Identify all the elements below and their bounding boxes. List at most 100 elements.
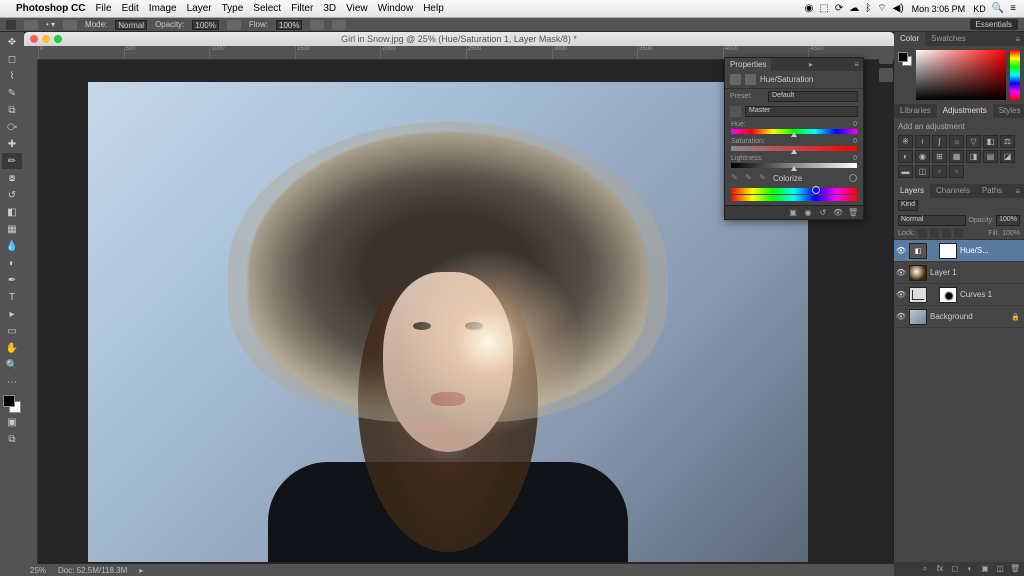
- gradient-tool[interactable]: ▦: [2, 221, 22, 237]
- cloud-icon[interactable]: ☁: [849, 3, 859, 14]
- pen-tool[interactable]: ✒: [2, 272, 22, 288]
- blur-tool[interactable]: 💧: [2, 238, 22, 254]
- layer-row[interactable]: 👁 ◧ Hue/S...: [894, 240, 1024, 262]
- layer-name[interactable]: Curves 1: [960, 290, 1022, 299]
- layer-thumb-adjustment[interactable]: ◧: [909, 243, 927, 259]
- brush-tool[interactable]: ✏: [2, 153, 22, 169]
- notifications-icon[interactable]: ≡: [1010, 3, 1016, 14]
- layer-thumb[interactable]: [909, 265, 927, 281]
- lock-transparency-icon[interactable]: [918, 229, 927, 238]
- dropbox-icon[interactable]: ⬚: [819, 3, 828, 14]
- history-panel-icon[interactable]: [879, 50, 893, 64]
- workspace-switcher[interactable]: Essentials: [970, 19, 1018, 30]
- adjustment-type-icon[interactable]: [730, 74, 741, 85]
- brush-preset-picker[interactable]: [24, 20, 38, 30]
- adjustment-layer-button[interactable]: ◐: [965, 564, 975, 574]
- adj-levels-icon[interactable]: ⟊: [915, 135, 930, 148]
- toggle-visibility-button[interactable]: 👁: [833, 208, 843, 218]
- adj-gradientmap-icon[interactable]: ▬: [898, 165, 913, 178]
- menu-3d[interactable]: 3D: [323, 3, 336, 14]
- range-marker[interactable]: [812, 186, 820, 194]
- color-field[interactable]: [916, 50, 1006, 100]
- volume-icon[interactable]: ◀): [893, 3, 904, 14]
- link-layers-button[interactable]: ⌕: [920, 564, 930, 574]
- tab-channels[interactable]: Channels: [930, 184, 976, 198]
- edit-toolbar[interactable]: ⋯: [2, 374, 22, 390]
- cc-icon[interactable]: ◉: [805, 3, 814, 14]
- targeted-adjust-icon[interactable]: [730, 106, 741, 117]
- healing-tool[interactable]: ✚: [2, 136, 22, 152]
- reset-button[interactable]: ↺: [818, 208, 828, 218]
- tab-layers[interactable]: Layers: [894, 184, 930, 198]
- type-tool[interactable]: T: [2, 289, 22, 305]
- dodge-tool[interactable]: ◐: [2, 255, 22, 271]
- sync-icon[interactable]: ⟳: [835, 3, 843, 14]
- adj-brightness-icon[interactable]: ※: [898, 135, 913, 148]
- zoom-tool[interactable]: 🔍: [2, 357, 22, 373]
- screen-mode-toggle[interactable]: ⧉: [2, 431, 22, 447]
- colorize-checkbox[interactable]: [849, 174, 857, 182]
- properties-panel[interactable]: Properties ▸ ≡ Hue/Saturation Preset: De…: [724, 57, 864, 220]
- hand-tool[interactable]: ✋: [2, 340, 22, 356]
- clock[interactable]: Mon 3:06 PM: [912, 4, 966, 14]
- saturation-value[interactable]: 0: [853, 138, 857, 145]
- foreground-color[interactable]: [3, 395, 15, 407]
- visibility-toggle[interactable]: 👁: [896, 290, 906, 300]
- adj-more2-icon[interactable]: ▫: [949, 165, 964, 178]
- tab-styles[interactable]: Styles: [993, 104, 1024, 118]
- lock-all-icon[interactable]: [954, 229, 963, 238]
- layer-opacity-input[interactable]: 100%: [996, 215, 1020, 226]
- eyedropper-sub-icon[interactable]: ✎: [759, 173, 769, 183]
- channel-select[interactable]: Master: [745, 106, 858, 117]
- pressure-opacity-icon[interactable]: [227, 20, 241, 30]
- tab-paths[interactable]: Paths: [976, 184, 1008, 198]
- user-initials[interactable]: KD: [973, 4, 986, 14]
- delete-layer-button[interactable]: 🗑: [1010, 564, 1020, 574]
- layer-row[interactable]: 👁 Background 🔒: [894, 306, 1024, 328]
- color-range-strip[interactable]: [731, 188, 857, 201]
- menu-window[interactable]: Window: [378, 3, 414, 14]
- blend-mode-select[interactable]: Normal: [115, 20, 147, 30]
- layer-style-button[interactable]: fx: [935, 564, 945, 574]
- status-chevron[interactable]: ▸: [139, 566, 143, 575]
- adj-more-icon[interactable]: ▫: [932, 165, 947, 178]
- flow-input[interactable]: 100%: [276, 20, 302, 30]
- tab-adjustments[interactable]: Adjustments: [937, 104, 993, 118]
- layer-thumb-adjustment[interactable]: [909, 287, 927, 303]
- ruler-origin[interactable]: [24, 46, 38, 60]
- lightness-value[interactable]: 0: [853, 155, 857, 162]
- new-layer-button[interactable]: ◫: [995, 564, 1005, 574]
- history-brush-tool[interactable]: ↺: [2, 187, 22, 203]
- tab-swatches[interactable]: Swatches: [925, 32, 972, 46]
- properties-menu[interactable]: ≡: [850, 60, 863, 69]
- layer-mask-thumb[interactable]: [939, 287, 957, 303]
- move-tool[interactable]: ✥: [2, 34, 22, 50]
- menu-type[interactable]: Type: [222, 3, 244, 14]
- fill-input[interactable]: 100%: [1002, 230, 1020, 237]
- tab-color[interactable]: Color: [894, 32, 925, 46]
- menu-edit[interactable]: Edit: [122, 3, 139, 14]
- lock-position-icon[interactable]: [942, 229, 951, 238]
- adj-colorbalance-icon[interactable]: ⚖: [1000, 135, 1015, 148]
- layer-name[interactable]: Hue/S...: [960, 246, 1022, 255]
- pressure-size-icon[interactable]: [332, 20, 346, 30]
- adj-selectivecolor-icon[interactable]: ◫: [915, 165, 930, 178]
- airbrush-icon[interactable]: [310, 20, 324, 30]
- delete-adjustment-button[interactable]: 🗑: [848, 208, 858, 218]
- layer-name[interactable]: Background: [930, 312, 1008, 321]
- eyedropper-add-icon[interactable]: ✎: [745, 173, 755, 183]
- adj-channelmixer-icon[interactable]: ⊞: [932, 150, 947, 163]
- adj-vibrance-icon[interactable]: ▽: [966, 135, 981, 148]
- eyedropper-tool[interactable]: ⧂: [2, 119, 22, 135]
- color-swatches[interactable]: [3, 395, 21, 413]
- hue-value[interactable]: 0: [853, 121, 857, 128]
- hue-slider[interactable]: [731, 129, 857, 134]
- document-canvas[interactable]: [88, 82, 808, 562]
- layer-mask-thumb[interactable]: [939, 243, 957, 259]
- adj-photofilter-icon[interactable]: ◉: [915, 150, 930, 163]
- lock-pixels-icon[interactable]: [930, 229, 939, 238]
- group-button[interactable]: ▣: [980, 564, 990, 574]
- vertical-ruler[interactable]: [24, 60, 38, 564]
- clip-to-layer-button[interactable]: ▣: [788, 208, 798, 218]
- doc-size[interactable]: Doc: 52.5M/118.3M: [58, 566, 127, 575]
